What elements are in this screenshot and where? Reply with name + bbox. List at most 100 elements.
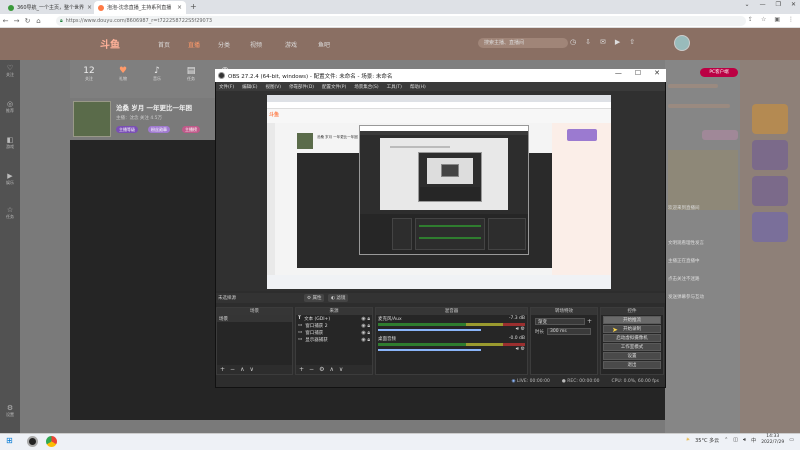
- visibility-eye-icon[interactable]: ◉ 🔒︎: [361, 323, 372, 329]
- site-nav-fishbar[interactable]: 鱼吧: [318, 40, 330, 49]
- source-item[interactable]: ▭ 显示器捕获 ◉ 🔒︎: [296, 336, 372, 343]
- browser-tab-1[interactable]: 360导航_一个主页，整个世界 ×: [4, 1, 92, 14]
- streamer-level-badge[interactable]: 主播等级: [116, 126, 138, 133]
- star-icon[interactable]: ☆: [761, 16, 766, 23]
- arrow-up-icon[interactable]: ∧: [329, 366, 333, 373]
- arrow-up-icon[interactable]: ∧: [240, 366, 244, 373]
- gear-icon[interactable]: ⚙: [319, 366, 324, 373]
- subnav-item-follow[interactable]: 12 关注: [78, 66, 100, 82]
- browser-tab-2[interactable]: 泡泡-沈念直播_主持系列直播 ×: [94, 1, 186, 14]
- source-item[interactable]: ▭ 窗口捕获 ◉ 🔒︎: [296, 329, 372, 336]
- duration-input[interactable]: 300 ms: [547, 328, 591, 335]
- menu-edit[interactable]: 编辑(E): [242, 84, 257, 90]
- reload-icon[interactable]: ↻: [22, 17, 33, 25]
- source-item[interactable]: ▭ 窗口捕获 2 ◉ 🔒︎: [296, 322, 372, 329]
- subnav-item-music[interactable]: ♪ 音乐: [146, 66, 168, 82]
- start-menu-icon[interactable]: ⊞: [6, 437, 13, 445]
- banner-promo-2[interactable]: [752, 140, 788, 170]
- volume-slider[interactable]: [378, 349, 481, 351]
- menu-tools[interactable]: 工具(T): [387, 84, 402, 90]
- visibility-eye-icon[interactable]: ◉ 🔒︎: [361, 337, 372, 343]
- site-nav-games[interactable]: 游戏: [285, 40, 297, 49]
- home-icon[interactable]: ⌂: [33, 17, 44, 25]
- close-tab-icon[interactable]: ×: [177, 4, 182, 11]
- menu-docks[interactable]: 停靠部件(D): [289, 84, 314, 90]
- remove-icon[interactable]: −: [230, 366, 235, 373]
- menu-scene-collection[interactable]: 场景集合(S): [354, 84, 378, 90]
- visibility-eye-icon[interactable]: ◉ 🔒︎: [361, 316, 372, 322]
- message-icon[interactable]: ✉: [600, 38, 606, 46]
- volume-icon[interactable]: 🔊︎: [743, 437, 746, 443]
- url-input[interactable]: 🔒︎ https://www.douyu.com/8606987_r=t7222…: [56, 16, 746, 26]
- start-virtual-camera-button[interactable]: 启动虚拟摄像机: [603, 334, 661, 342]
- close-tab-icon[interactable]: ×: [87, 4, 92, 11]
- close-icon[interactable]: ✕: [791, 1, 796, 8]
- banner-promo-4[interactable]: [752, 212, 788, 242]
- weather-text[interactable]: 35°C 多云: [695, 437, 719, 444]
- menu-icon[interactable]: ⋮: [788, 16, 794, 23]
- tray-overflow-icon[interactable]: ⌃: [724, 437, 728, 443]
- banner-promo-3[interactable]: [752, 176, 788, 206]
- chrome-taskbar-icon[interactable]: [46, 436, 57, 447]
- forward-icon[interactable]: →: [11, 17, 22, 25]
- menu-help[interactable]: 帮助(H): [410, 84, 426, 90]
- studio-mode-button[interactable]: 工作室模式: [603, 343, 661, 351]
- subnav-item-tasks[interactable]: ▤ 任务: [180, 66, 202, 82]
- remove-icon[interactable]: −: [309, 366, 314, 373]
- video-icon[interactable]: ▶: [615, 38, 620, 46]
- add-transition-icon[interactable]: +: [587, 318, 592, 325]
- maximize-icon[interactable]: ☐: [635, 69, 641, 77]
- speaker-icon[interactable]: 🔊︎ ⚙: [516, 326, 525, 332]
- network-icon[interactable]: ◫: [733, 437, 738, 443]
- ime-icon[interactable]: 中: [751, 437, 756, 444]
- history-icon[interactable]: ◷: [570, 38, 576, 46]
- share-icon[interactable]: ⇪: [748, 16, 753, 23]
- site-nav-video[interactable]: 视频: [250, 40, 262, 49]
- speaker-icon[interactable]: 🔊︎ ⚙: [516, 346, 525, 352]
- obs-taskbar-icon[interactable]: [27, 436, 38, 447]
- tab-search-icon[interactable]: ⌄: [745, 1, 750, 8]
- visibility-eye-icon[interactable]: ◉ 🔒︎: [361, 330, 372, 336]
- obs-preview-canvas[interactable]: 斗鱼 沧桑 岁月 一年更比一年困: [267, 95, 611, 289]
- back-icon[interactable]: ←: [0, 17, 11, 25]
- site-search-input[interactable]: 搜索主播、直播间: [478, 38, 568, 48]
- transition-select[interactable]: 渐变: [535, 318, 585, 325]
- sidebar-item-games[interactable]: ◧ 游戏: [4, 136, 16, 150]
- download-icon[interactable]: ⇩: [585, 38, 591, 46]
- arrow-down-icon[interactable]: ∨: [249, 366, 253, 373]
- sidebar-item-follow[interactable]: ♡ 关注: [4, 64, 16, 78]
- minimize-icon[interactable]: —: [760, 1, 766, 8]
- maximize-icon[interactable]: ❐: [776, 1, 781, 8]
- settings-button[interactable]: 设置: [603, 352, 661, 360]
- start-streaming-button[interactable]: 开始推流: [603, 316, 661, 324]
- add-icon[interactable]: +: [299, 366, 304, 373]
- volume-slider[interactable]: [378, 329, 481, 331]
- extensions-icon[interactable]: ▣: [774, 16, 780, 23]
- sidebar-item-entertainment[interactable]: ▶ 娱乐: [4, 172, 16, 186]
- clock[interactable]: 14:33 2022/7/29: [761, 434, 784, 446]
- exit-button[interactable]: 退出: [603, 361, 661, 369]
- filters-button[interactable]: ◐ 滤镜: [328, 294, 349, 302]
- notification-icon[interactable]: ▭: [789, 437, 794, 443]
- right-panel-button[interactable]: [702, 130, 738, 140]
- rank-badge[interactable]: 主播榜: [182, 126, 200, 133]
- pc-client-download-button[interactable]: PC客户端: [700, 68, 738, 77]
- streamer-avatar[interactable]: [73, 101, 111, 137]
- new-tab-button[interactable]: +: [190, 2, 197, 11]
- menu-view[interactable]: 视图(V): [265, 84, 281, 90]
- banner-promo-1[interactable]: [752, 104, 788, 134]
- site-nav-category[interactable]: 分类: [218, 40, 230, 49]
- upload-icon[interactable]: ⇧: [629, 38, 635, 46]
- subnav-item-gift[interactable]: ♥ 礼物: [112, 66, 134, 82]
- properties-button[interactable]: ⚙ 属性: [304, 294, 325, 302]
- sidebar-item-settings[interactable]: ⚙ 设置: [4, 404, 16, 418]
- user-avatar[interactable]: [674, 35, 690, 51]
- site-nav-live[interactable]: 直播: [188, 40, 200, 49]
- scene-item[interactable]: 场景: [217, 315, 292, 322]
- fan-badge[interactable]: 粉丝勋章: [148, 126, 170, 133]
- menu-file[interactable]: 文件(F): [219, 84, 234, 90]
- add-icon[interactable]: +: [220, 366, 225, 373]
- close-icon[interactable]: ✕: [654, 69, 660, 77]
- arrow-down-icon[interactable]: ∨: [339, 366, 343, 373]
- menu-profile[interactable]: 配置文件(P): [322, 84, 346, 90]
